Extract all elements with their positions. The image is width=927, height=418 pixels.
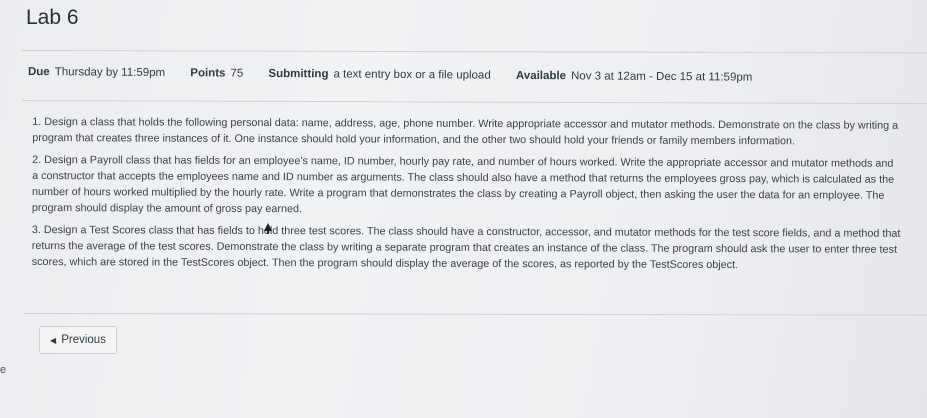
- available-info: Available Nov 3 at 12am - Dec 15 at 11:59…: [516, 70, 752, 84]
- due-label: Due: [27, 66, 50, 79]
- chevron-left-icon: ◀: [50, 335, 57, 345]
- previous-label: Previous: [61, 334, 106, 346]
- mouse-cursor-icon: [264, 223, 272, 234]
- due-info: Due Thursday by 11:59pm: [28, 66, 165, 79]
- description-paragraph: 2. Design a Payroll class that has field…: [31, 154, 895, 216]
- available-value: Nov 3 at 12am - Dec 15 at 11:59pm: [570, 70, 753, 84]
- previous-button[interactable]: ◀ Previous: [39, 326, 117, 354]
- submitting-label: Submitting: [268, 67, 329, 81]
- points-info: Points 75: [190, 67, 243, 79]
- footer-divider: [23, 313, 927, 316]
- assignment-details: Due Thursday by 11:59pm Points 75 Submitti…: [28, 66, 908, 85]
- submitting-value: a text entry box or a file upload: [333, 68, 491, 82]
- details-divider: [21, 100, 927, 105]
- assignment-description: 1. Design a class that holds the followi…: [32, 114, 903, 280]
- available-label: Available: [515, 69, 567, 83]
- header-divider: [21, 50, 927, 54]
- points-label: Points: [190, 67, 226, 80]
- points-value: 75: [230, 67, 244, 80]
- edge-glyph: e: [0, 364, 7, 376]
- description-paragraph: 3. Design a Test Scores class that has f…: [31, 223, 901, 272]
- page-title: Lab 6: [26, 6, 79, 29]
- submitting-info: Submitting a text entry box or a file upl…: [268, 68, 490, 82]
- due-value: Thursday by 11:59pm: [54, 66, 166, 80]
- description-paragraph: 1. Design a class that holds the followi…: [32, 116, 899, 148]
